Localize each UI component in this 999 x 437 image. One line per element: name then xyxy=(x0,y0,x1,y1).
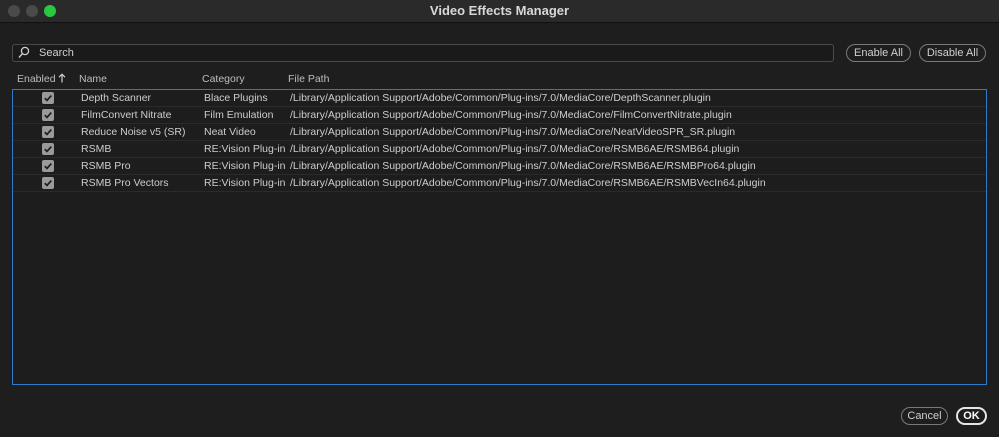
window-title: Video Effects Manager xyxy=(429,3,570,18)
column-header-name[interactable]: Name xyxy=(79,73,107,85)
row-name: RSMB Pro xyxy=(81,160,131,172)
enabled-checkbox[interactable] xyxy=(42,177,54,189)
row-category: Blace Plugins xyxy=(204,92,268,104)
effects-table[interactable]: Depth Scanner Blace Plugins /Library/App… xyxy=(12,89,987,385)
cancel-button[interactable]: Cancel xyxy=(901,407,948,425)
enabled-checkbox[interactable] xyxy=(42,160,54,172)
table-row[interactable]: Reduce Noise v5 (SR) Neat Video /Library… xyxy=(13,124,986,141)
table-row[interactable]: RSMB Pro Vectors RE:Vision Plug-ins /Lib… xyxy=(13,175,986,192)
search-input[interactable] xyxy=(39,45,829,61)
row-file-path: /Library/Application Support/Adobe/Commo… xyxy=(290,177,766,189)
checkmark-icon xyxy=(44,146,52,153)
row-file-path: /Library/Application Support/Adobe/Commo… xyxy=(290,160,756,172)
sort-ascending-icon xyxy=(58,73,65,83)
row-category: Film Emulation xyxy=(204,109,274,121)
table-row[interactable]: RSMB RE:Vision Plug-ins /Library/Applica… xyxy=(13,141,986,158)
checkmark-icon xyxy=(44,112,52,119)
row-name: FilmConvert Nitrate xyxy=(81,109,172,121)
checkmark-icon xyxy=(44,163,52,170)
search-box[interactable] xyxy=(12,44,834,62)
enabled-checkbox[interactable] xyxy=(42,126,54,138)
row-file-path: /Library/Application Support/Adobe/Commo… xyxy=(290,109,732,121)
column-header-category[interactable]: Category xyxy=(202,73,245,85)
checkmark-icon xyxy=(44,95,52,102)
row-category: Neat Video xyxy=(204,126,256,138)
row-category: RE:Vision Plug-ins xyxy=(204,143,286,155)
row-file-path: /Library/Application Support/Adobe/Commo… xyxy=(290,92,711,104)
row-file-path: /Library/Application Support/Adobe/Commo… xyxy=(290,143,740,155)
table-row[interactable]: Depth Scanner Blace Plugins /Library/App… xyxy=(13,90,986,107)
search-icon xyxy=(18,46,30,58)
checkmark-icon xyxy=(44,180,52,187)
enabled-checkbox[interactable] xyxy=(42,92,54,104)
row-name: RSMB Pro Vectors xyxy=(81,177,169,189)
enable-all-button[interactable]: Enable All xyxy=(846,44,911,62)
disable-all-button[interactable]: Disable All xyxy=(919,44,986,62)
column-header-enabled[interactable]: Enabled xyxy=(17,73,66,85)
enabled-checkbox[interactable] xyxy=(42,109,54,121)
table-row[interactable]: FilmConvert Nitrate Film Emulation /Libr… xyxy=(13,107,986,124)
row-name: Reduce Noise v5 (SR) xyxy=(81,126,186,138)
title-bar: Video Effects Manager xyxy=(0,0,999,23)
table-header: Enabled Name Category File Path xyxy=(12,72,987,88)
ok-button[interactable]: OK xyxy=(956,407,987,425)
row-name: RSMB xyxy=(81,143,112,155)
table-row[interactable]: RSMB Pro RE:Vision Plug-ins /Library/App… xyxy=(13,158,986,175)
row-category: RE:Vision Plug-ins xyxy=(204,177,286,189)
row-category: RE:Vision Plug-ins xyxy=(204,160,286,172)
column-header-file-path[interactable]: File Path xyxy=(288,73,329,85)
enabled-checkbox[interactable] xyxy=(42,143,54,155)
checkmark-icon xyxy=(44,129,52,136)
row-file-path: /Library/Application Support/Adobe/Commo… xyxy=(290,126,736,138)
video-effects-manager-window: Video Effects Manager Enable All Disable… xyxy=(0,0,999,437)
row-name: Depth Scanner xyxy=(81,92,152,104)
